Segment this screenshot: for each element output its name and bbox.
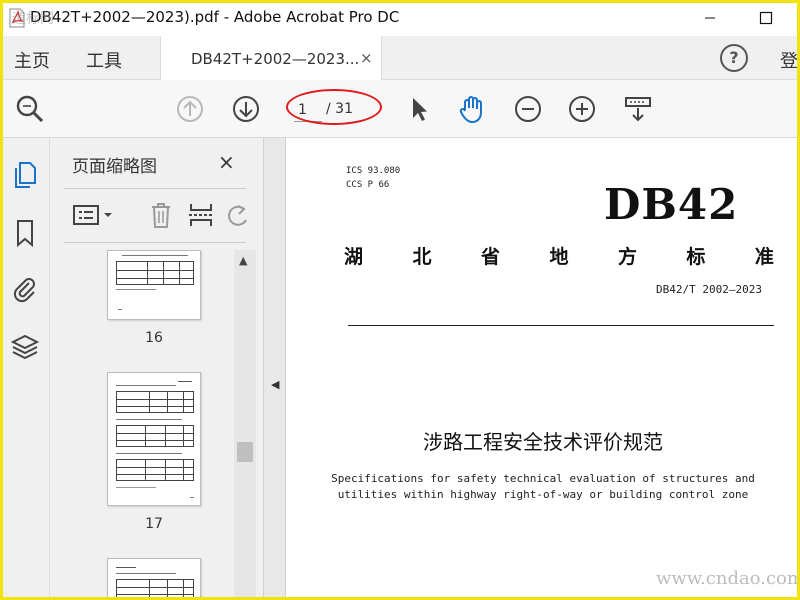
- standard-type-char: 准: [754, 246, 774, 268]
- rotate-page-icon[interactable]: [224, 200, 254, 230]
- document-subtitle: Specifications for safety technical eval…: [331, 472, 755, 501]
- maximize-icon: [759, 11, 773, 25]
- search-zoom-icon[interactable]: [14, 93, 46, 125]
- document-page: ICS 93.080 CCS P 66 DB42 湖 北 省 地 方 标 准 D…: [286, 138, 800, 600]
- zoom-in-icon[interactable]: [566, 93, 598, 125]
- more-tools-icon[interactable]: [622, 93, 654, 125]
- panel-close-button[interactable]: ×: [218, 150, 235, 174]
- tab-tools[interactable]: 工具: [86, 47, 122, 73]
- sign-in-link[interactable]: 登: [780, 47, 798, 73]
- delete-page-icon[interactable]: [146, 200, 176, 230]
- layers-icon[interactable]: [10, 332, 40, 362]
- standard-code: DB42: [604, 180, 739, 229]
- thumbnail-label: 16: [145, 330, 163, 346]
- minimize-icon: [705, 17, 715, 19]
- document-tab[interactable]: DB42T+2002—2023... ×: [160, 36, 382, 80]
- scrollbar-thumb[interactable]: [237, 442, 253, 462]
- standard-number: DB42/T 2002—2023: [656, 283, 762, 296]
- tab-home[interactable]: 主页: [14, 47, 50, 73]
- standard-type-char: 标: [686, 246, 706, 268]
- page-thumbnails-panel: 页面缩略图 × 16 17: [50, 138, 264, 600]
- document-title: 涉路工程安全技术评价规范: [423, 430, 663, 454]
- page-number-highlight: [286, 89, 382, 125]
- standard-type-char: 方: [617, 246, 637, 268]
- collapse-left-icon: ◀: [271, 378, 280, 391]
- document-tab-label: DB42T+2002—2023...: [191, 50, 360, 68]
- ics-ccs-codes: ICS 93.080 CCS P 66: [346, 166, 401, 190]
- document-toolbar: / 31: [0, 80, 800, 138]
- standard-type-char: 省: [480, 246, 500, 268]
- panel-title: 页面缩略图: [72, 157, 157, 177]
- thumbnail-page-17[interactable]: [107, 372, 201, 506]
- header-rule: [348, 325, 774, 326]
- maximize-button[interactable]: [744, 4, 788, 32]
- attachment-icon[interactable]: [10, 274, 40, 304]
- options-menu-icon[interactable]: [72, 200, 116, 230]
- arrow-up-circle-icon[interactable]: [174, 93, 206, 125]
- window-title-bar: 道标网 DB42T+2002—2023).pdf - Adobe Acrobat…: [0, 0, 800, 36]
- standard-type-char: 湖: [344, 246, 364, 268]
- thumbnail-list: 16 17: [50, 250, 234, 600]
- standard-type-char: 北: [412, 246, 432, 268]
- bookmark-icon[interactable]: [10, 218, 40, 248]
- help-button[interactable]: ?: [720, 44, 748, 72]
- thumbnail-label: 17: [145, 516, 163, 532]
- minimize-button[interactable]: [688, 4, 732, 32]
- insert-page-icon[interactable]: [186, 200, 216, 230]
- standard-type-char: 地: [549, 246, 569, 268]
- document-tab-close-button[interactable]: ×: [360, 49, 373, 67]
- arrow-down-circle-icon[interactable]: [230, 93, 262, 125]
- window-title: DB42T+2002—2023).pdf - Adobe Acrobat Pro…: [30, 8, 400, 26]
- zoom-out-icon[interactable]: [512, 93, 544, 125]
- navigation-rail: [0, 138, 50, 600]
- standard-type: 湖 北 省 地 方 标 准: [344, 242, 774, 269]
- thumbnail-page-18[interactable]: [107, 558, 201, 600]
- page-thumbnails-icon[interactable]: [10, 160, 40, 190]
- site-watermark: www.cndao.com: [656, 568, 800, 589]
- menu-tab-bar: 主页 工具 DB42T+2002—2023... × ? 登: [0, 36, 800, 80]
- panel-divider: [64, 188, 246, 189]
- thumbnail-scrollbar[interactable]: ▲: [234, 250, 256, 600]
- collapse-panel-button[interactable]: ◀: [264, 138, 286, 600]
- hand-tool-icon[interactable]: [456, 93, 488, 125]
- select-pointer-icon[interactable]: [402, 93, 434, 125]
- top-watermark: 道标网: [12, 11, 54, 27]
- thumbnail-page-16[interactable]: [107, 250, 201, 320]
- thumbnail-toolbar: [50, 194, 264, 238]
- panel-divider-2: [64, 242, 246, 243]
- scroll-up-icon[interactable]: ▲: [239, 254, 247, 267]
